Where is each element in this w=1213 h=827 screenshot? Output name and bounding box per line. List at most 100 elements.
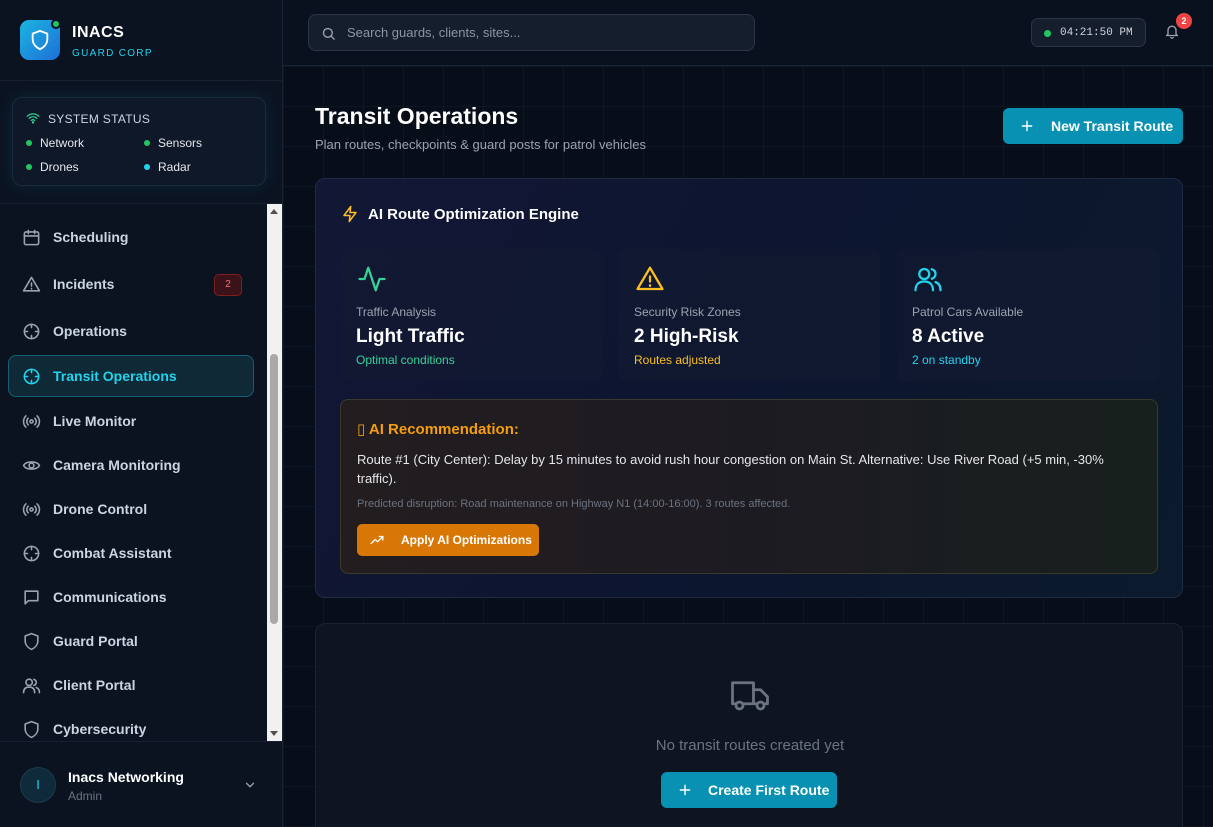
chevron-down-icon[interactable] <box>243 778 257 792</box>
transit-routes-empty-state: No transit routes created yet Create Fir… <box>315 623 1183 827</box>
brand: INACS GUARD CORP <box>0 0 282 81</box>
sidebar: INACS GUARD CORP SYSTEM STATUS Network S… <box>0 0 283 827</box>
status-drones: Drones <box>26 160 79 174</box>
shield-icon <box>24 632 39 651</box>
sidebar-item-label: Communications <box>53 589 167 605</box>
metric-note: Optimal conditions <box>356 353 455 367</box>
crosshair-icon <box>23 368 40 385</box>
metric-traffic-analysis: Traffic Analysis Light Traffic Optimal c… <box>341 249 603 381</box>
clock-time: 04:21:50 PM <box>1060 27 1133 39</box>
metric-security-risk-zones: Security Risk Zones 2 High-Risk Routes a… <box>619 249 881 381</box>
calendar-icon <box>23 229 40 246</box>
avatar: I <box>20 767 56 803</box>
metric-note: 2 on standby <box>912 353 981 367</box>
sidebar-nav: Scheduling Incidents 2 Operations Transi… <box>0 204 282 741</box>
status-label: Drones <box>40 160 79 174</box>
sidebar-item-label: Camera Monitoring <box>53 457 181 473</box>
sidebar-item-label: Cybersecurity <box>53 721 147 737</box>
button-label: New Transit Route <box>1051 118 1174 134</box>
status-dot <box>144 140 150 146</box>
metric-label: Security Risk Zones <box>634 305 741 319</box>
system-status-title: SYSTEM STATUS <box>48 112 151 126</box>
user-name: Inacs Networking <box>68 769 184 785</box>
sidebar-item-label: Incidents <box>53 276 115 292</box>
plus-icon <box>679 784 691 796</box>
scrollbar-thumb[interactable] <box>270 354 278 624</box>
metric-patrol-cars: Patrol Cars Available 8 Active 2 on stan… <box>897 249 1159 381</box>
live-dot <box>1044 30 1051 37</box>
status-dot <box>26 140 32 146</box>
top-header: 04:21:50 PM 2 <box>283 0 1213 66</box>
status-radar: Radar <box>144 160 191 174</box>
sidebar-item-label: Scheduling <box>53 229 129 245</box>
brand-name: INACS <box>72 24 125 41</box>
brand-subtitle: GUARD CORP <box>72 48 153 59</box>
search-input[interactable] <box>347 15 747 50</box>
lightning-icon <box>343 205 357 223</box>
metric-label: Traffic Analysis <box>356 305 437 319</box>
sidebar-item-label: Transit Operations <box>53 368 177 384</box>
ai-recommendation-panel: ▯ AI Recommendation: Route #1 (City Cent… <box>340 399 1158 574</box>
sidebar-item-label: Combat Assistant <box>53 545 172 561</box>
sidebar-item-label: Drone Control <box>53 501 148 517</box>
main-content: Transit Operations Plan routes, checkpoi… <box>283 66 1213 827</box>
status-dot <box>26 164 32 170</box>
sidebar-item-transit-operations[interactable]: Transit Operations <box>8 355 254 397</box>
sidebar-item-incidents[interactable]: Incidents 2 <box>8 263 254 305</box>
sidebar-item-label: Operations <box>53 323 127 339</box>
create-first-route-button[interactable]: Create First Route <box>661 772 837 808</box>
sidebar-item-live-monitor[interactable]: Live Monitor <box>8 400 254 442</box>
broadcast-icon <box>22 503 41 516</box>
ai-optimization-card: AI Route Optimization Engine Traffic Ana… <box>315 178 1183 598</box>
apply-ai-optimizations-button[interactable]: Apply AI Optimizations <box>357 524 539 556</box>
users-icon <box>914 267 942 292</box>
scroll-up-arrow-icon[interactable] <box>270 209 278 214</box>
recommendation-note: Predicted disruption: Road maintenance o… <box>357 498 791 510</box>
sidebar-item-scheduling[interactable]: Scheduling <box>8 216 254 258</box>
sidebar-scrollbar[interactable] <box>267 204 282 741</box>
sidebar-item-cybersecurity[interactable]: Cybersecurity <box>8 708 254 741</box>
page-subtitle: Plan routes, checkpoints & guard posts f… <box>315 137 646 152</box>
status-dot <box>144 164 150 170</box>
new-transit-route-button[interactable]: New Transit Route <box>1003 108 1183 144</box>
sidebar-item-label: Guard Portal <box>53 633 138 649</box>
sidebar-item-client-portal[interactable]: Client Portal <box>8 664 254 706</box>
message-icon <box>24 590 39 605</box>
crosshair-icon <box>23 323 40 340</box>
scroll-down-arrow-icon[interactable] <box>270 731 278 736</box>
sidebar-item-camera-monitoring[interactable]: Camera Monitoring <box>8 444 254 486</box>
truck-icon <box>731 681 769 711</box>
online-indicator <box>51 19 61 29</box>
user-menu[interactable]: I Inacs Networking Admin <box>0 741 282 827</box>
trending-up-icon <box>370 535 384 545</box>
recommendation-text: Route #1 (City Center): Delay by 15 minu… <box>357 452 1104 486</box>
notification-badge[interactable]: 2 <box>1176 13 1192 29</box>
metric-value: 2 High-Risk <box>634 326 739 347</box>
empty-state-text: No transit routes created yet <box>655 737 845 754</box>
status-label: Network <box>40 136 85 150</box>
sidebar-item-guard-portal[interactable]: Guard Portal <box>8 620 254 662</box>
status-label: Radar <box>158 160 191 174</box>
metric-label: Patrol Cars Available <box>912 305 1024 319</box>
wifi-icon <box>26 113 40 124</box>
status-network: Network <box>26 136 85 150</box>
metric-note: Routes adjusted <box>634 353 721 367</box>
sidebar-item-combat-assistant[interactable]: Combat Assistant <box>8 532 254 574</box>
incidents-count-badge: 2 <box>214 274 242 296</box>
sidebar-item-operations[interactable]: Operations <box>8 310 254 352</box>
search-box[interactable] <box>308 14 755 51</box>
metric-value: 8 Active <box>912 326 985 347</box>
page-title: Transit Operations <box>315 103 519 129</box>
sidebar-item-drone-control[interactable]: Drone Control <box>8 488 254 530</box>
shield-icon <box>24 720 39 739</box>
crosshair-icon <box>23 545 40 562</box>
button-label: Create First Route <box>708 782 830 798</box>
status-sensors: Sensors <box>144 136 202 150</box>
system-status-card: SYSTEM STATUS Network Sensors Drones Rad… <box>12 97 266 186</box>
button-label: Apply AI Optimizations <box>401 533 532 547</box>
user-role: Admin <box>68 789 103 803</box>
shield-icon <box>31 29 49 51</box>
metric-value: Light Traffic <box>356 326 465 347</box>
sidebar-item-label: Live Monitor <box>53 413 137 429</box>
sidebar-item-communications[interactable]: Communications <box>8 576 254 618</box>
